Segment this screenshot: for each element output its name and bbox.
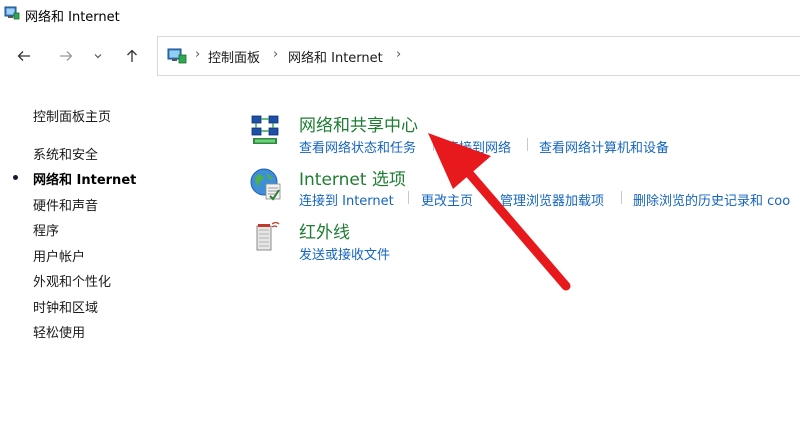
send-receive-files-link[interactable]: 发送或接收文件 — [299, 244, 390, 263]
breadcrumb-network-internet[interactable]: 网络和 Internet — [288, 47, 383, 66]
breadcrumb-separator: › — [396, 47, 402, 62]
view-network-status-link[interactable]: 查看网络状态和任务 — [299, 137, 416, 156]
chevron-down-icon — [94, 54, 102, 59]
window-titlebar: 网络和 Internet — [0, 0, 800, 30]
link-separator — [488, 191, 489, 204]
up-arrow-icon — [127, 49, 137, 62]
link-separator — [527, 138, 528, 151]
delete-browsing-history-link[interactable]: 删除浏览的历史记录和 coo — [633, 190, 790, 209]
network-control-panel-icon — [4, 6, 20, 20]
change-homepage-link[interactable]: 更改主页 — [421, 190, 473, 209]
window-title: 网络和 Internet — [25, 10, 120, 25]
sidebar-item-system-security[interactable]: 系统和安全 — [33, 144, 98, 163]
internet-options-title[interactable]: Internet 选项 — [299, 165, 406, 190]
infrared-title[interactable]: 红外线 — [299, 218, 350, 243]
link-separator — [621, 191, 622, 204]
up-button[interactable] — [120, 44, 144, 68]
sidebar-item-user-accounts[interactable]: 用户帐户 — [33, 246, 85, 265]
forward-arrow-icon — [60, 51, 73, 61]
active-bullet — [13, 175, 18, 180]
connect-to-internet-link[interactable]: 连接到 Internet — [299, 190, 394, 209]
connect-to-network-link[interactable]: 连接到网络 — [446, 137, 511, 156]
infrared-device-icon[interactable] — [252, 218, 282, 254]
link-separator — [408, 191, 409, 204]
breadcrumb-separator: › — [195, 47, 201, 62]
sidebar-item-clock-region[interactable]: 时钟和区域 — [33, 297, 98, 316]
sidebar-item-network-internet[interactable]: 网络和 Internet — [33, 169, 136, 188]
manage-browser-addons-link[interactable]: 管理浏览器加载项 — [500, 190, 604, 209]
sidebar-item-programs[interactable]: 程序 — [33, 220, 59, 239]
back-button[interactable] — [12, 44, 36, 68]
network-sharing-center-title[interactable]: 网络和共享中心 — [299, 111, 418, 136]
control-panel-icon — [167, 48, 187, 64]
sidebar-item-ease-of-access[interactable]: 轻松使用 — [33, 322, 85, 341]
back-arrow-icon — [17, 51, 30, 61]
breadcrumb-separator: › — [273, 47, 279, 62]
network-sharing-center-icon[interactable] — [249, 114, 283, 148]
recent-locations-button[interactable] — [88, 44, 108, 68]
sidebar-item-appearance[interactable]: 外观和个性化 — [33, 271, 111, 290]
view-network-computers-link[interactable]: 查看网络计算机和设备 — [539, 137, 669, 156]
forward-button[interactable] — [54, 44, 78, 68]
internet-options-globe-icon[interactable] — [248, 166, 284, 202]
sidebar-item-hardware-sound[interactable]: 硬件和声音 — [33, 195, 98, 214]
sidebar-item-control-panel-home[interactable]: 控制面板主页 — [33, 106, 111, 125]
link-separator — [433, 138, 434, 151]
breadcrumb-control-panel[interactable]: 控制面板 — [208, 47, 260, 66]
address-bar[interactable]: › 控制面板 › 网络和 Internet › — [157, 36, 800, 76]
